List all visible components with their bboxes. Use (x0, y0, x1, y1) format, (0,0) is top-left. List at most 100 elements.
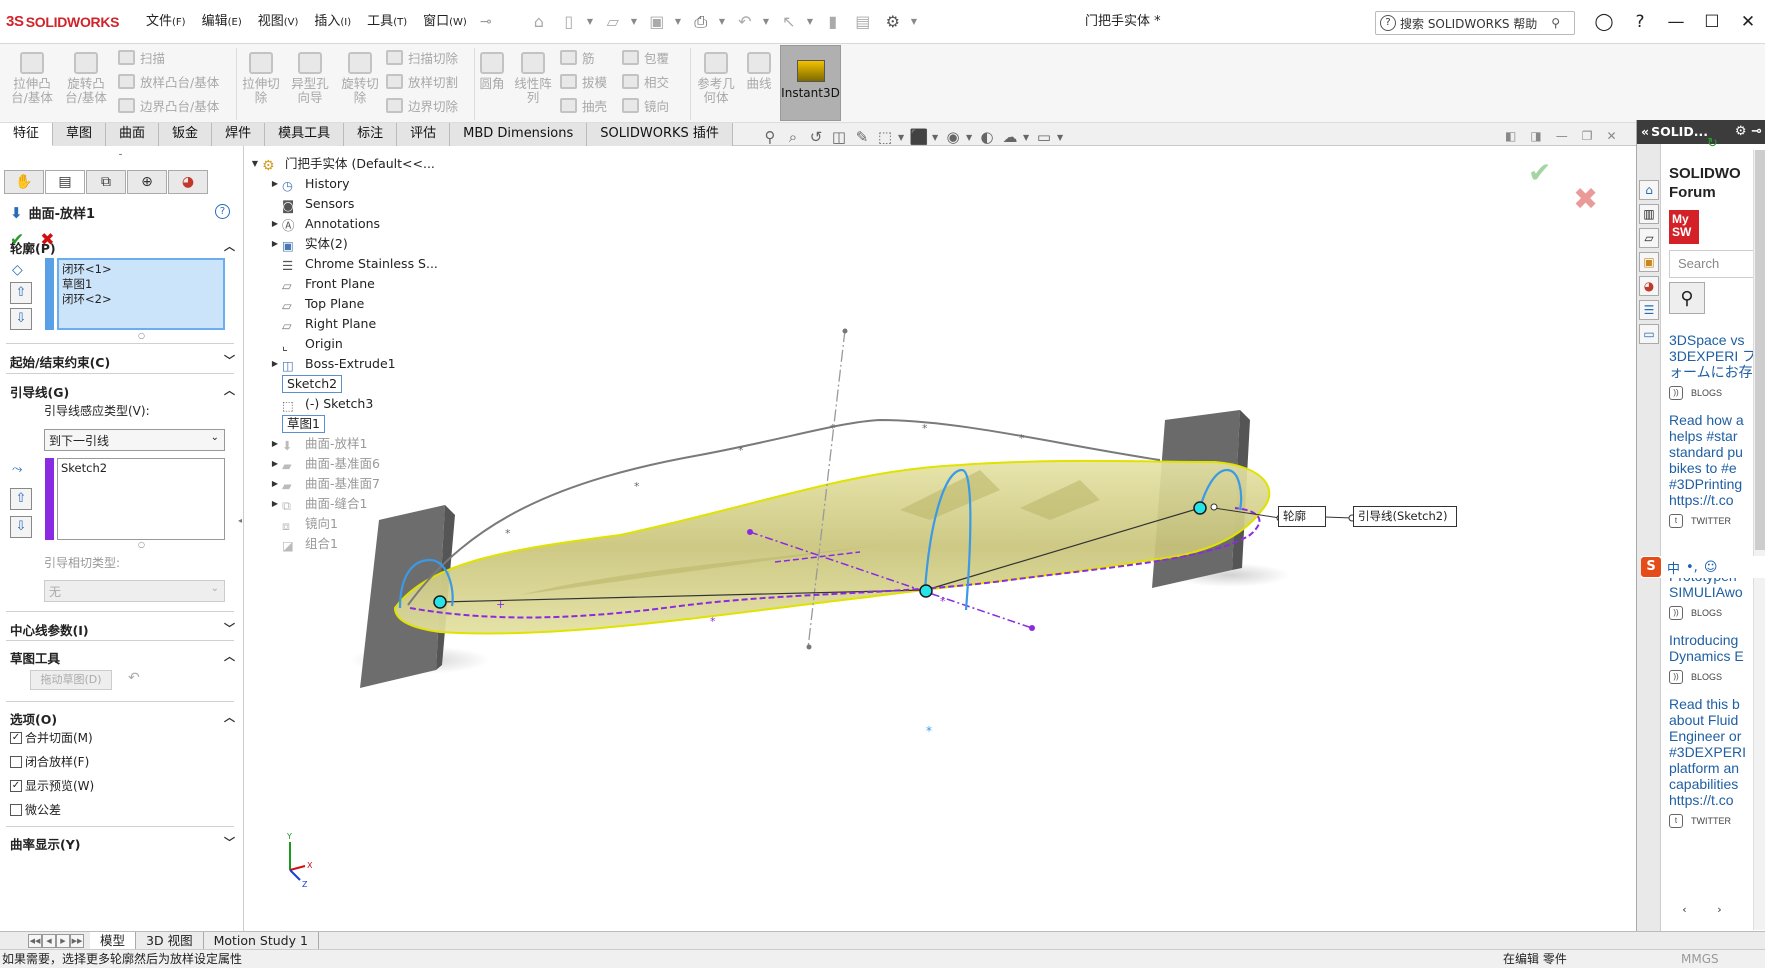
menu-edit[interactable]: 编辑(E) (194, 0, 250, 44)
ime-punctuation-icon[interactable]: •, (1686, 560, 1698, 575)
view-orientation-dropdown-icon[interactable]: ▼ (898, 133, 906, 142)
app-logo[interactable]: 3S SOLIDWORKS (0, 13, 138, 30)
new-document-icon[interactable]: ▯ (557, 12, 581, 31)
previous-view-icon[interactable]: ↺ (806, 128, 826, 146)
tree-item-surface-plane6[interactable]: ▶ ▰ 曲面-基准面6 (268, 454, 380, 474)
hide-show-items-icon[interactable]: ◉ (943, 128, 963, 146)
menu-tools[interactable]: 工具(T) (359, 0, 415, 44)
close-icon[interactable]: ✕ (1730, 12, 1765, 32)
design-library-icon[interactable]: ▥ (1639, 204, 1659, 224)
appearances-icon[interactable]: ◕ (1639, 276, 1659, 296)
tab-evaluate[interactable]: 评估 (397, 123, 451, 146)
undo-sketch-drag-icon[interactable]: ↶ (128, 670, 140, 686)
section-view-icon[interactable]: ◫ (829, 128, 849, 146)
viewport-close-icon[interactable]: ✕ (1606, 129, 1616, 143)
ime-language-label[interactable]: 中 (1667, 558, 1680, 577)
curves-button[interactable]: 曲线 (744, 52, 774, 91)
help-icon[interactable]: ? (1622, 12, 1658, 32)
extrude-cut-button[interactable]: 拉伸切 除 (240, 52, 282, 105)
extrude-boss-button[interactable]: 拉伸凸 台/基体 (10, 52, 54, 105)
revolve-boss-button[interactable]: 旋转凸 台/基体 (64, 52, 108, 105)
prev-tab-icon[interactable]: ◀ (42, 933, 56, 948)
home-icon[interactable]: ⌂ (527, 12, 551, 31)
rib-button[interactable]: 筋 (560, 48, 595, 67)
tree-item-sketch1[interactable]: 草图1 (268, 414, 325, 434)
profile-connector-handle[interactable] (1193, 501, 1207, 515)
tree-item-annotations[interactable]: ▶ Ⓐ Annotations (268, 214, 380, 234)
task-pane-scrollbar[interactable] (1753, 150, 1765, 930)
profile-item[interactable]: 闭环<2> (62, 292, 220, 307)
reference-geometry-button[interactable]: 参考几 何体 (694, 52, 738, 105)
pin-menu-icon[interactable]: ⊸ (475, 14, 497, 30)
ime-emoji-icon[interactable]: ☺ (1704, 560, 1718, 575)
search-icon[interactable]: ⚲ (1551, 16, 1560, 30)
scroll-right-icon[interactable]: › (1717, 903, 1721, 919)
rebuild-icon[interactable]: ▮ (821, 12, 845, 31)
options-dropdown-icon[interactable]: ▼ (911, 17, 919, 26)
guide-item[interactable]: Sketch2 (61, 461, 221, 476)
instant3d-button[interactable]: Instant3D (780, 45, 841, 121)
tab-features[interactable]: 特征 (0, 123, 54, 146)
profile-connector-handle[interactable] (433, 595, 447, 609)
print-dropdown-icon[interactable]: ▼ (719, 17, 727, 26)
open-folder-icon[interactable]: ▱ (601, 12, 625, 31)
next-tab-icon[interactable]: ▶ (56, 933, 70, 948)
guide-curve-callout[interactable]: 引导线(Sketch2) (1353, 506, 1457, 527)
tree-item-surface-plane7[interactable]: ▶ ▰ 曲面-基准面7 (268, 474, 380, 494)
forum-search-button[interactable]: ⚲ (1669, 282, 1705, 314)
tree-item-material[interactable]: ☰ Chrome Stainless S... (268, 254, 438, 274)
task-pane-settings-icon[interactable]: ⚙ ⊸ (1735, 120, 1762, 144)
profiles-list[interactable]: 闭环<1> 草图1 闭环<2> (57, 258, 225, 330)
menu-insert[interactable]: 插入(I) (306, 0, 359, 44)
minimize-icon[interactable]: — (1658, 12, 1694, 32)
tab-mold-tools[interactable]: 模具工具 (265, 123, 345, 146)
feed-link[interactable]: Read how a helps #star standard pu bikes… (1669, 412, 1765, 508)
tree-item-mirror1[interactable]: ⧈ 镜向1 (268, 514, 338, 534)
display-style-icon[interactable]: ⬛ (909, 128, 929, 146)
move-up-button[interactable]: ⇧ (10, 282, 32, 304)
feed-link[interactable]: Introducing Dynamics E (1669, 632, 1765, 664)
tab-motion-study-1[interactable]: Motion Study 1 (204, 932, 319, 949)
tree-root[interactable]: ▼ ⚙ 门把手实体 (Default<<... (248, 154, 435, 174)
tab-dimensions[interactable]: 标注 (344, 123, 398, 146)
tree-item-surface-loft1[interactable]: ▶ ⬇ 曲面-放样1 (268, 434, 368, 454)
expand-arrow-icon[interactable]: ▶ (268, 354, 282, 374)
tree-item-sketch3[interactable]: ⬚ (-) Sketch3 (268, 394, 373, 414)
refresh-icon[interactable]: ↻ (1707, 136, 1718, 151)
expand-arrow-icon[interactable]: ▶ (268, 474, 282, 494)
feature-help-icon[interactable]: ? (215, 204, 230, 219)
view-settings-dropdown-icon[interactable]: ▼ (1057, 133, 1065, 142)
guides-list[interactable]: Sketch2 (57, 458, 225, 540)
start-end-section-header[interactable]: 起始/结束约束(C) ﹀ (10, 352, 235, 371)
feed-link[interactable]: 3DSpace vs 3DEXPERI フォームにお存 (1669, 332, 1765, 380)
micro-tolerance-checkbox[interactable]: 微公差 (10, 801, 61, 818)
confirm-cancel-icon[interactable]: ✖ (1573, 182, 1598, 217)
undo-icon[interactable]: ↶ (733, 12, 757, 31)
help-search-input[interactable]: ? 搜索 SOLIDWORKS 帮助 ⚲ (1375, 11, 1575, 35)
options-section-header[interactable]: 选项(O) ︿ (10, 709, 235, 728)
display-manager-tab-icon[interactable]: ◕ (168, 170, 208, 194)
maximize-icon[interactable]: ☐ (1694, 12, 1730, 32)
linear-pattern-button[interactable]: 线性阵 列 (512, 52, 554, 105)
tab-sheet-metal[interactable]: 钣金 (159, 123, 213, 146)
boundary-boss-button[interactable]: 边界凸台/基体 (118, 96, 219, 115)
open-dropdown-icon[interactable]: ▼ (631, 17, 639, 26)
profile-callout[interactable]: 轮廓 (1278, 506, 1326, 527)
expand-arrow-icon[interactable]: ▶ (268, 214, 282, 234)
profile-section-header[interactable]: 轮廓(P) ︿ (10, 238, 235, 257)
new-dropdown-icon[interactable]: ▼ (587, 17, 595, 26)
tab-weldments[interactable]: 焊件 (212, 123, 266, 146)
menu-file[interactable]: 文件(F) (138, 0, 194, 44)
display-style-dropdown-icon[interactable]: ▼ (932, 133, 940, 142)
save-dropdown-icon[interactable]: ▼ (675, 17, 683, 26)
swept-cut-button[interactable]: 扫描切除 (386, 48, 458, 67)
feature-manager-tab-icon[interactable]: ✋ (4, 170, 44, 194)
hide-show-dropdown-icon[interactable]: ▼ (966, 133, 974, 142)
save-icon[interactable]: ▣ (645, 12, 669, 31)
loft-boss-button[interactable]: 放样凸台/基体 (118, 72, 219, 91)
hole-wizard-button[interactable]: 异型孔 向导 (288, 52, 332, 105)
dimxpert-manager-tab-icon[interactable]: ⊕ (127, 170, 167, 194)
tab-solidworks-addins[interactable]: SOLIDWORKS 插件 (587, 123, 733, 146)
panel-grip[interactable]: ⁃ (118, 150, 123, 161)
user-account-icon[interactable]: ◯ (1586, 12, 1622, 32)
